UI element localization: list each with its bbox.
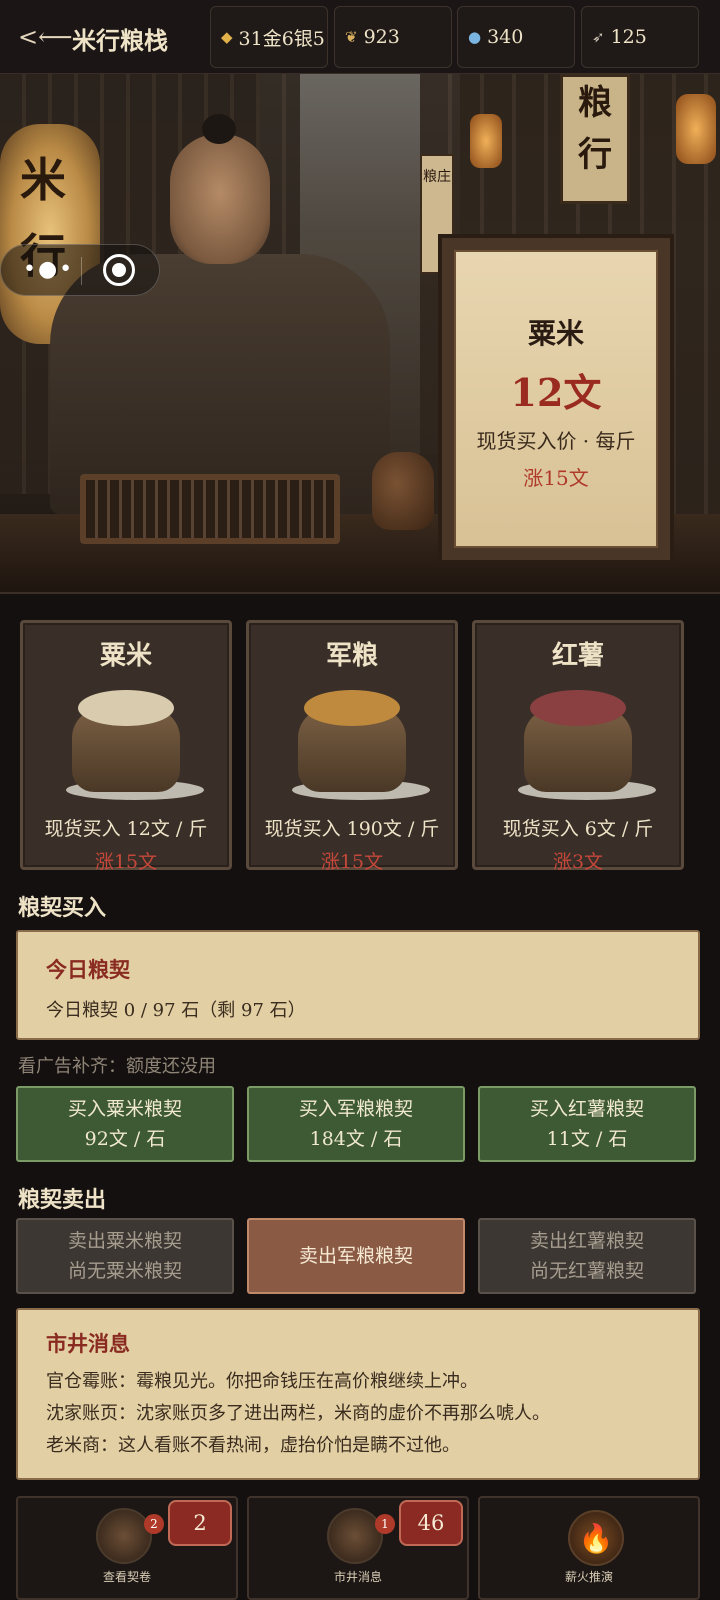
merchant-hair-bun <box>202 114 236 144</box>
button-price: 11文 / 石 <box>546 1128 628 1150</box>
shop-sign-char: 行 <box>578 135 612 175</box>
sell-army-grain-button[interactable]: 卖出军粮粮契 <box>247 1218 465 1294</box>
gold-value: 31金6银5 <box>238 27 325 50</box>
shop-sign: 粮 行 <box>560 74 630 204</box>
tile-label: 市井消息 <box>333 1570 382 1584</box>
board-price: 12文 <box>510 370 602 415</box>
grain-resource[interactable]: ❦ 923 <box>334 6 452 68</box>
miniapp-capsule: •●• <box>0 244 160 296</box>
fire-icon: 🔥 <box>568 1510 624 1566</box>
gold-resource[interactable]: ◆ 31金6银5 <box>210 6 328 68</box>
product-change: 涨15文 <box>94 851 158 873</box>
more-dots-icon[interactable]: •●• <box>23 257 74 282</box>
sell-millet-button[interactable]: 卖出粟米粮契 尚无粟米粮契 <box>16 1218 234 1294</box>
product-price: 现货买入 190文 / 斤 <box>264 818 440 840</box>
price-board: 粟米 12文 现货买入价 · 每斤 涨15文 <box>438 234 674 564</box>
scroll-icon: 2 <box>96 1508 164 1564</box>
feather-value: 125 <box>610 26 647 48</box>
top-bar: <⟵ 米行粮栈 ◆ 31金6银5 ❦ 923 ● 340 ➶ 125 <box>0 0 720 74</box>
quota-title: 今日粮契 <box>46 957 130 982</box>
view-contracts-tile[interactable]: 2 2 查看契卷 <box>16 1496 238 1600</box>
product-card-sweet-potato[interactable]: 红薯 现货买入 6文 / 斤 涨3文 <box>472 620 684 873</box>
button-status: 尚无红薯粮契 <box>529 1260 644 1282</box>
button-label: 买入红薯粮契 <box>529 1098 644 1120</box>
product-name: 粟米 <box>99 641 152 671</box>
ad-hint: 看广告补齐：额度还没用 <box>18 1056 216 1077</box>
button-price: 92文 / 石 <box>84 1128 166 1150</box>
page-title: 米行粮栈 <box>72 26 168 55</box>
clay-pot <box>372 452 434 530</box>
product-name: 红薯 <box>551 641 604 671</box>
badge: 2 <box>144 1514 164 1534</box>
button-label: 卖出粟米粮契 <box>67 1230 182 1252</box>
buy-millet-button[interactable]: 买入粟米粮契 92文 / 石 <box>16 1086 234 1162</box>
quota-text: 今日粮契 0 / 97 石（剩 97 石） <box>46 1000 306 1021</box>
button-label: 卖出军粮粮契 <box>298 1245 413 1267</box>
sweet-potato-sack-icon <box>518 682 656 800</box>
tile-label: 薪火推演 <box>564 1570 613 1584</box>
fire-deduction-tile[interactable]: 🔥 薪火推演 <box>478 1496 700 1600</box>
water-resource[interactable]: ● 340 <box>457 6 575 68</box>
product-name: 军粮 <box>325 641 378 671</box>
water-drop-icon: ● <box>468 28 482 46</box>
grain-sack-icon <box>66 682 204 800</box>
sell-sweet-potato-button[interactable]: 卖出红薯粮契 尚无红薯粮契 <box>478 1218 696 1294</box>
button-label: 卖出红薯粮契 <box>529 1230 644 1252</box>
product-card-millet[interactable]: 粟米 现货买入 12文 / 斤 涨15文 <box>20 620 232 873</box>
board-item-name: 粟米 <box>527 317 584 350</box>
grain-value: 923 <box>363 26 400 48</box>
record-icon[interactable] <box>103 254 135 286</box>
abacus <box>80 474 340 544</box>
market-news-tile[interactable]: 1 46 市井消息 <box>247 1496 469 1600</box>
merchant-figure <box>40 94 400 514</box>
grain-icon: ❦ <box>345 28 358 46</box>
news-line: 官仓霉账：霉粮见光。你把命钱压在高价粮继续上冲。 <box>46 1371 478 1392</box>
gold-ingot-icon: ◆ <box>221 28 233 46</box>
news-title: 市井消息 <box>46 1331 130 1356</box>
merchant-head <box>170 134 270 264</box>
sack-potatoes <box>530 690 626 726</box>
feather-resource[interactable]: ➶ 125 <box>581 6 699 68</box>
shop-sign-char: 粮 <box>578 83 612 123</box>
button-label: 买入粟米粮契 <box>67 1098 182 1120</box>
product-price: 现货买入 12文 / 斤 <box>44 818 208 840</box>
board-subtitle: 现货买入价 · 每斤 <box>476 429 636 453</box>
lantern-small <box>470 114 502 168</box>
product-change: 涨3文 <box>552 851 604 873</box>
capsule-divider <box>81 257 82 285</box>
buy-section-heading: 粮契买入 <box>18 895 107 921</box>
hero-scene: 粮庄 粮 行 米 行 •●• 粟米 12文 现货买入价 · 每斤 涨15文 <box>0 74 720 594</box>
daily-quota-panel: 今日粮契 今日粮契 0 / 97 石（剩 97 石） <box>16 930 700 1040</box>
board-change: 涨15文 <box>523 466 589 490</box>
buy-army-grain-button[interactable]: 买入军粮粮契 184文 / 石 <box>247 1086 465 1162</box>
grain-sack-icon <box>292 682 430 800</box>
badge: 1 <box>375 1514 395 1534</box>
market-news-panel: 市井消息 官仓霉账：霉粮见光。你把命钱压在高价粮继续上冲。 沈家账页：沈家账页多… <box>16 1308 700 1480</box>
price-board-paper: 粟米 12文 现货买入价 · 每斤 涨15文 <box>454 250 658 548</box>
sell-section-heading: 粮契卖出 <box>18 1187 107 1213</box>
tile-label: 查看契卷 <box>102 1570 151 1584</box>
lantern-right <box>676 94 716 164</box>
product-price: 现货买入 6文 / 斤 <box>502 818 654 840</box>
button-price: 184文 / 石 <box>309 1128 403 1150</box>
count-badge: 2 <box>168 1500 232 1546</box>
water-value: 340 <box>487 26 524 48</box>
sack-grain <box>78 690 174 726</box>
product-change: 涨15文 <box>320 851 384 873</box>
buy-sweet-potato-button[interactable]: 买入红薯粮契 11文 / 石 <box>478 1086 696 1162</box>
back-arrow-icon[interactable]: <⟵ <box>18 24 73 50</box>
sack-grain <box>304 690 400 726</box>
button-label: 买入军粮粮契 <box>298 1098 413 1120</box>
news-line: 沈家账页：沈家账页多了进出两栏，米商的虚价不再那么唬人。 <box>46 1403 550 1424</box>
product-card-army-grain[interactable]: 军粮 现货买入 190文 / 斤 涨15文 <box>246 620 458 873</box>
button-status: 尚无粟米粮契 <box>67 1260 182 1282</box>
news-line: 老米商：这人看账不看热闹，虚抬价怕是瞒不过他。 <box>46 1435 460 1456</box>
scroll-icon: 1 <box>327 1508 395 1564</box>
count-badge: 46 <box>399 1500 463 1546</box>
feather-icon: ➶ <box>592 28 605 46</box>
